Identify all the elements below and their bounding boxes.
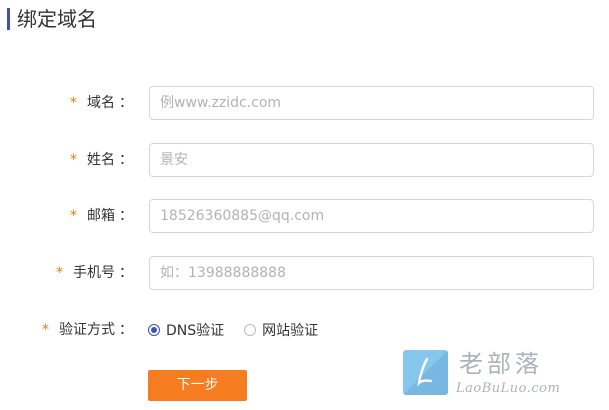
required-marker: * xyxy=(70,208,77,224)
verify-method-label-text: 验证方式 xyxy=(59,322,115,338)
domain-label-text: 域名 xyxy=(87,95,115,111)
email-label: * 邮箱： xyxy=(70,199,133,233)
radio-dns-label: DNS验证 xyxy=(166,323,225,339)
required-marker: * xyxy=(56,265,63,281)
phone-label-text: 手机号 xyxy=(73,265,115,281)
watermark-name-cn: 老部落 xyxy=(459,350,543,378)
email-field-box xyxy=(149,199,594,233)
radio-unchecked-icon[interactable] xyxy=(244,324,257,336)
email-input[interactable] xyxy=(150,200,590,232)
required-marker: * xyxy=(42,322,49,338)
required-marker: * xyxy=(70,95,77,111)
domain-input[interactable] xyxy=(150,87,590,119)
form-row-email: * 邮箱： xyxy=(0,199,609,233)
name-label: * 姓名： xyxy=(70,143,133,177)
required-marker: * xyxy=(70,152,77,168)
watermark: 老部落 LaoBuLuo.com xyxy=(403,350,603,400)
phone-input[interactable] xyxy=(150,257,590,289)
form-row-verify-method: * 验证方式： DNS验证 网站验证 xyxy=(0,313,609,347)
phone-label: * 手机号： xyxy=(56,256,133,290)
form-row-name: * 姓名： xyxy=(0,143,609,177)
form-row-domain: * 域名： xyxy=(0,86,609,120)
radio-checked-icon[interactable] xyxy=(148,324,160,336)
phone-field-box xyxy=(149,256,594,290)
radio-site-verify[interactable]: 网站验证 xyxy=(244,320,318,340)
domain-field-box xyxy=(149,86,594,120)
next-step-button[interactable]: 下一步 xyxy=(148,370,247,401)
verify-method-radio-group: DNS验证 网站验证 xyxy=(148,313,338,347)
label-colon: ： xyxy=(119,152,133,168)
domain-label: * 域名： xyxy=(70,86,133,120)
label-colon: ： xyxy=(119,208,133,224)
radio-site-label: 网站验证 xyxy=(262,323,319,339)
form-row-phone: * 手机号： xyxy=(0,256,609,290)
page-title: 绑定域名 xyxy=(17,7,97,31)
email-label-text: 邮箱 xyxy=(87,208,115,224)
watermark-name-en: LaoBuLuo.com xyxy=(456,381,561,396)
title-accent-bar xyxy=(7,8,10,30)
label-colon: ： xyxy=(119,265,133,281)
l-logo-icon xyxy=(403,350,448,395)
name-label-text: 姓名 xyxy=(87,152,115,168)
page-header: 绑定域名 xyxy=(0,0,200,40)
verify-method-label: * 验证方式： xyxy=(42,313,133,347)
label-colon: ： xyxy=(119,95,133,111)
label-colon: ： xyxy=(119,322,133,338)
name-input[interactable] xyxy=(150,144,590,176)
name-field-box xyxy=(149,143,594,177)
radio-dns-verify[interactable]: DNS验证 xyxy=(148,320,224,340)
